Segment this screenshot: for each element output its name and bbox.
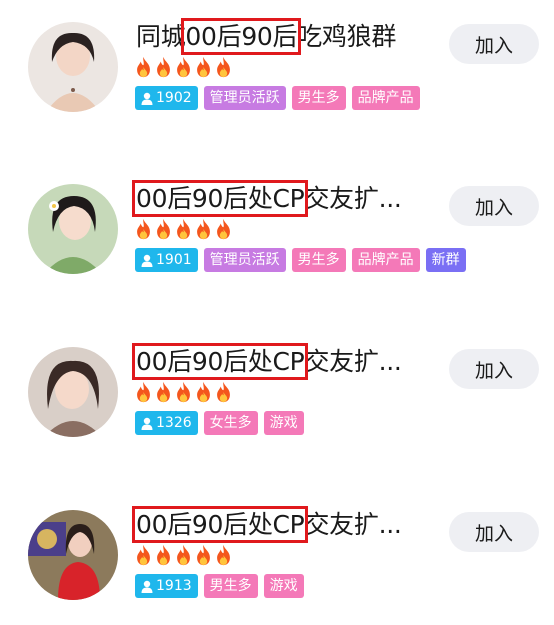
group-avatar[interactable] <box>28 22 118 112</box>
person-icon <box>141 254 153 267</box>
group-title[interactable]: 同城00后90后吃鸡狼群 <box>136 18 397 55</box>
group-list-item[interactable]: 00后90后处CP交友扩... 1901 管理员活跃 男生多 品牌产品 新群 加… <box>0 162 554 282</box>
group-list-item[interactable]: 同城00后90后吃鸡狼群 1902 管理员活跃 男生多 品牌产品 加入 <box>0 0 554 120</box>
title-suffix: 交友扩... <box>304 184 402 213</box>
fire-icon <box>217 56 230 78</box>
fire-icon <box>217 381 230 403</box>
person-icon <box>141 417 153 430</box>
tag: 女生多 <box>203 411 258 435</box>
group-title[interactable]: 00后90后处CP交友扩... <box>131 343 402 380</box>
join-button[interactable]: 加入 <box>449 512 539 552</box>
member-count-tag: 1913 <box>135 574 198 598</box>
fire-icon <box>137 56 150 78</box>
fire-icon <box>197 56 210 78</box>
tag: 男生多 <box>203 574 258 598</box>
member-count-tag: 1902 <box>135 86 198 110</box>
group-avatar[interactable] <box>28 510 118 600</box>
tag: 男生多 <box>291 86 346 110</box>
tag-row: 1913 男生多 游戏 <box>135 574 304 598</box>
member-count: 1326 <box>156 415 192 431</box>
group-title[interactable]: 00后90后处CP交友扩... <box>131 506 402 543</box>
heat-rating <box>134 544 233 566</box>
heat-rating <box>134 218 233 240</box>
tag-row: 1902 管理员活跃 男生多 品牌产品 <box>135 86 420 110</box>
title-suffix: 吃鸡狼群 <box>297 22 397 51</box>
member-count: 1901 <box>156 252 192 268</box>
group-avatar[interactable] <box>28 347 118 437</box>
title-prefix: 同城 <box>136 22 186 51</box>
member-count-tag: 1901 <box>135 248 198 272</box>
tag: 游戏 <box>263 411 304 435</box>
group-list-item[interactable]: 00后90后处CP交友扩... 1326 女生多 游戏 加入 <box>0 325 554 445</box>
fire-icon <box>197 381 210 403</box>
fire-icon <box>177 56 190 78</box>
fire-icon <box>217 544 230 566</box>
tag: 品牌产品 <box>351 86 420 110</box>
join-button[interactable]: 加入 <box>449 349 539 389</box>
fire-icon <box>157 381 170 403</box>
member-count: 1913 <box>156 578 192 594</box>
member-count-tag: 1326 <box>135 411 198 435</box>
fire-icon <box>137 381 150 403</box>
person-icon <box>141 92 153 105</box>
tag: 男生多 <box>291 248 346 272</box>
fire-icon <box>137 544 150 566</box>
group-avatar[interactable] <box>28 184 118 274</box>
tag: 管理员活跃 <box>203 248 286 272</box>
fire-icon <box>157 56 170 78</box>
title-suffix: 交友扩... <box>304 510 402 539</box>
fire-icon <box>177 381 190 403</box>
fire-icon <box>197 544 210 566</box>
heat-rating <box>134 56 233 78</box>
tag-row: 1326 女生多 游戏 <box>135 411 304 435</box>
title-highlight: 00后90后处CP <box>131 343 309 380</box>
title-highlight: 00后90后处CP <box>131 506 309 543</box>
group-list-item[interactable]: 00后90后处CP交友扩... 1913 男生多 游戏 加入 <box>0 488 554 608</box>
tag: 新群 <box>425 248 466 272</box>
member-count: 1902 <box>156 90 192 106</box>
title-highlight: 00后90后处CP <box>131 180 309 217</box>
join-button[interactable]: 加入 <box>449 186 539 226</box>
fire-icon <box>177 218 190 240</box>
fire-icon <box>157 544 170 566</box>
fire-icon <box>177 544 190 566</box>
heat-rating <box>134 381 233 403</box>
tag-row: 1901 管理员活跃 男生多 品牌产品 新群 <box>135 248 466 272</box>
title-highlight: 00后90后 <box>181 18 302 55</box>
tag: 品牌产品 <box>351 248 420 272</box>
fire-icon <box>197 218 210 240</box>
tag: 游戏 <box>263 574 304 598</box>
fire-icon <box>137 218 150 240</box>
group-title[interactable]: 00后90后处CP交友扩... <box>131 180 402 217</box>
title-suffix: 交友扩... <box>304 347 402 376</box>
tag: 管理员活跃 <box>203 86 286 110</box>
join-button[interactable]: 加入 <box>449 24 539 64</box>
fire-icon <box>217 218 230 240</box>
person-icon <box>141 580 153 593</box>
fire-icon <box>157 218 170 240</box>
